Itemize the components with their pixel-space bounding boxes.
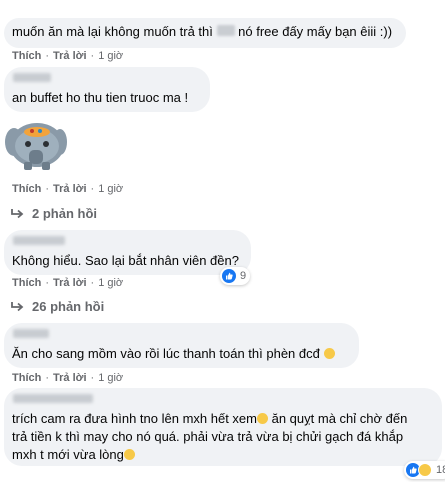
view-replies-button[interactable]: 26 phản hồi [10,299,104,314]
comment-bubble-5: trích cam ra đưa hình tno lên mxh hết xe… [4,388,442,466]
like-link[interactable]: Thích [12,372,41,384]
reaction-summary[interactable]: 18 [404,461,445,479]
comment-actions: Thích · Trả lời · 1 giờ [12,372,123,384]
reply-link[interactable]: Trả lời [53,277,87,289]
like-link[interactable]: Thích [12,277,41,289]
author-name[interactable] [13,394,93,403]
timestamp[interactable]: 1 giờ [98,277,123,289]
comment-actions: Thích · Trả lời · 1 giờ [12,183,123,195]
separator: · [45,50,50,62]
author-name[interactable] [13,236,65,245]
redacted-word [216,25,235,36]
separator: · [45,372,50,384]
comment-text-part: ăn quỵt mà chỉ chờ đến [271,411,408,426]
comment-text-part: trả tiền k thì may cho nó quá. phải vừa … [12,429,404,444]
comment-text: Không hiểu. Sao lại bắt nhân viên đền? [12,253,239,268]
separator: · [45,277,50,289]
reply-link[interactable]: Trả lời [53,50,87,62]
comment-bubble-2: an buffet ho thu tien truoc ma ! [4,67,210,112]
smirk-emoji-icon [323,348,335,359]
reply-link[interactable]: Trả lời [53,183,87,195]
comment-text: muốn ăn mà lại không muốn trả thì nó fre… [12,23,392,41]
comment-text: Ăn cho sang mồm vào rồi lúc thanh toán t… [12,345,335,363]
comment-actions: Thích · Trả lời · 1 giờ [12,50,123,62]
comment-text-part: Ăn cho sang mồm vào rồi lúc thanh toán t… [12,346,320,361]
reaction-summary[interactable]: 9 [220,267,251,285]
separator: · [90,277,95,289]
haha-emoji-icon [418,463,432,477]
comment-text-part: mxh t mới vừa lòng [12,447,124,462]
separator: · [90,50,95,62]
comment-text: an buffet ho thu tien truoc ma ! [12,90,189,105]
timestamp[interactable]: 1 giờ [98,50,123,62]
separator: · [90,372,95,384]
comment-text-part: trích cam ra đưa hình tno lên mxh hết xe… [12,411,257,426]
reply-arrow-icon [11,301,24,311]
reply-arrow-icon [11,208,24,218]
comment-bubble-3: Không hiểu. Sao lại bắt nhân viên đền? [4,230,251,275]
reaction-count: 18 [436,464,445,476]
replies-count[interactable]: 26 phản hồi [32,299,104,314]
author-name[interactable] [13,73,51,82]
comment-text: trích cam ra đưa hình tno lên mxh hết xe… [12,410,434,464]
author-name[interactable] [13,329,49,338]
reply-link[interactable]: Trả lời [53,372,87,384]
separator: · [90,183,95,195]
replies-count[interactable]: 2 phản hồi [32,206,97,221]
comment-text-part: nó free đấy mấy bạn êiii :)) [238,24,393,39]
like-link[interactable]: Thích [12,50,41,62]
elephant-sticker [4,116,68,172]
smirk-emoji-icon [123,449,135,460]
like-link[interactable]: Thích [12,183,41,195]
timestamp[interactable]: 1 giờ [98,183,123,195]
smirk-emoji-icon [256,413,268,424]
separator: · [45,183,50,195]
comment-bubble-1: muốn ăn mà lại không muốn trả thì nó fre… [4,18,406,48]
timestamp[interactable]: 1 giờ [98,372,123,384]
view-replies-button[interactable]: 2 phản hồi [10,206,97,221]
comment-bubble-4: Ăn cho sang mồm vào rồi lúc thanh toán t… [4,323,359,368]
comment-actions: Thích · Trả lời · 1 giờ [12,277,123,289]
thumbs-up-icon [222,269,236,283]
comment-text-part: muốn ăn mà lại không muốn trả thì [12,24,213,39]
reaction-count: 9 [240,270,247,282]
